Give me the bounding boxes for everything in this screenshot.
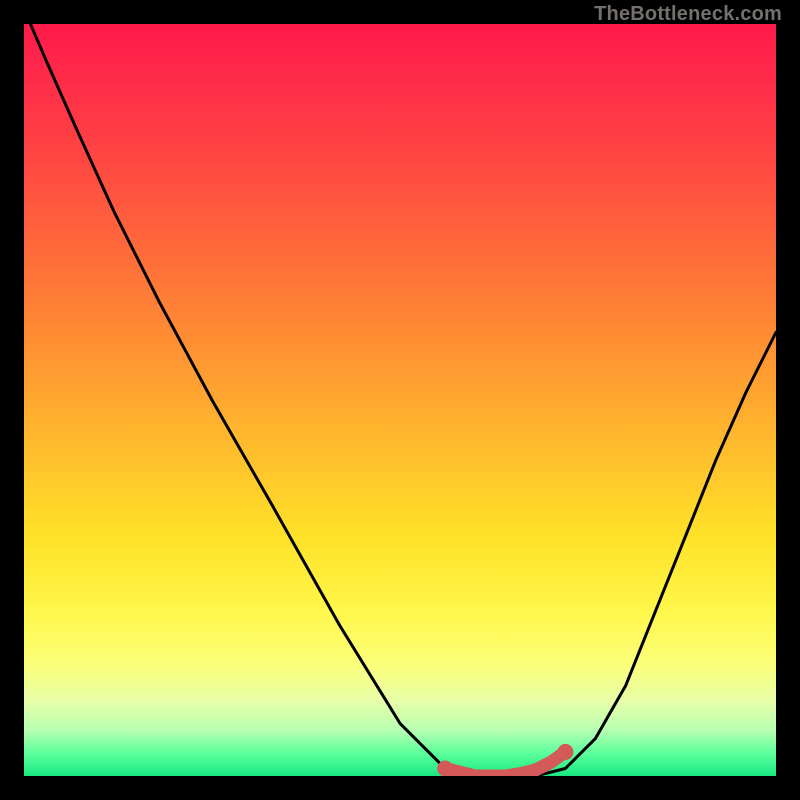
bottleneck-gradient bbox=[24, 24, 776, 776]
plot-area bbox=[24, 24, 776, 776]
attribution-label: TheBottleneck.com bbox=[594, 3, 782, 26]
chart-frame: TheBottleneck.com bbox=[0, 0, 800, 800]
